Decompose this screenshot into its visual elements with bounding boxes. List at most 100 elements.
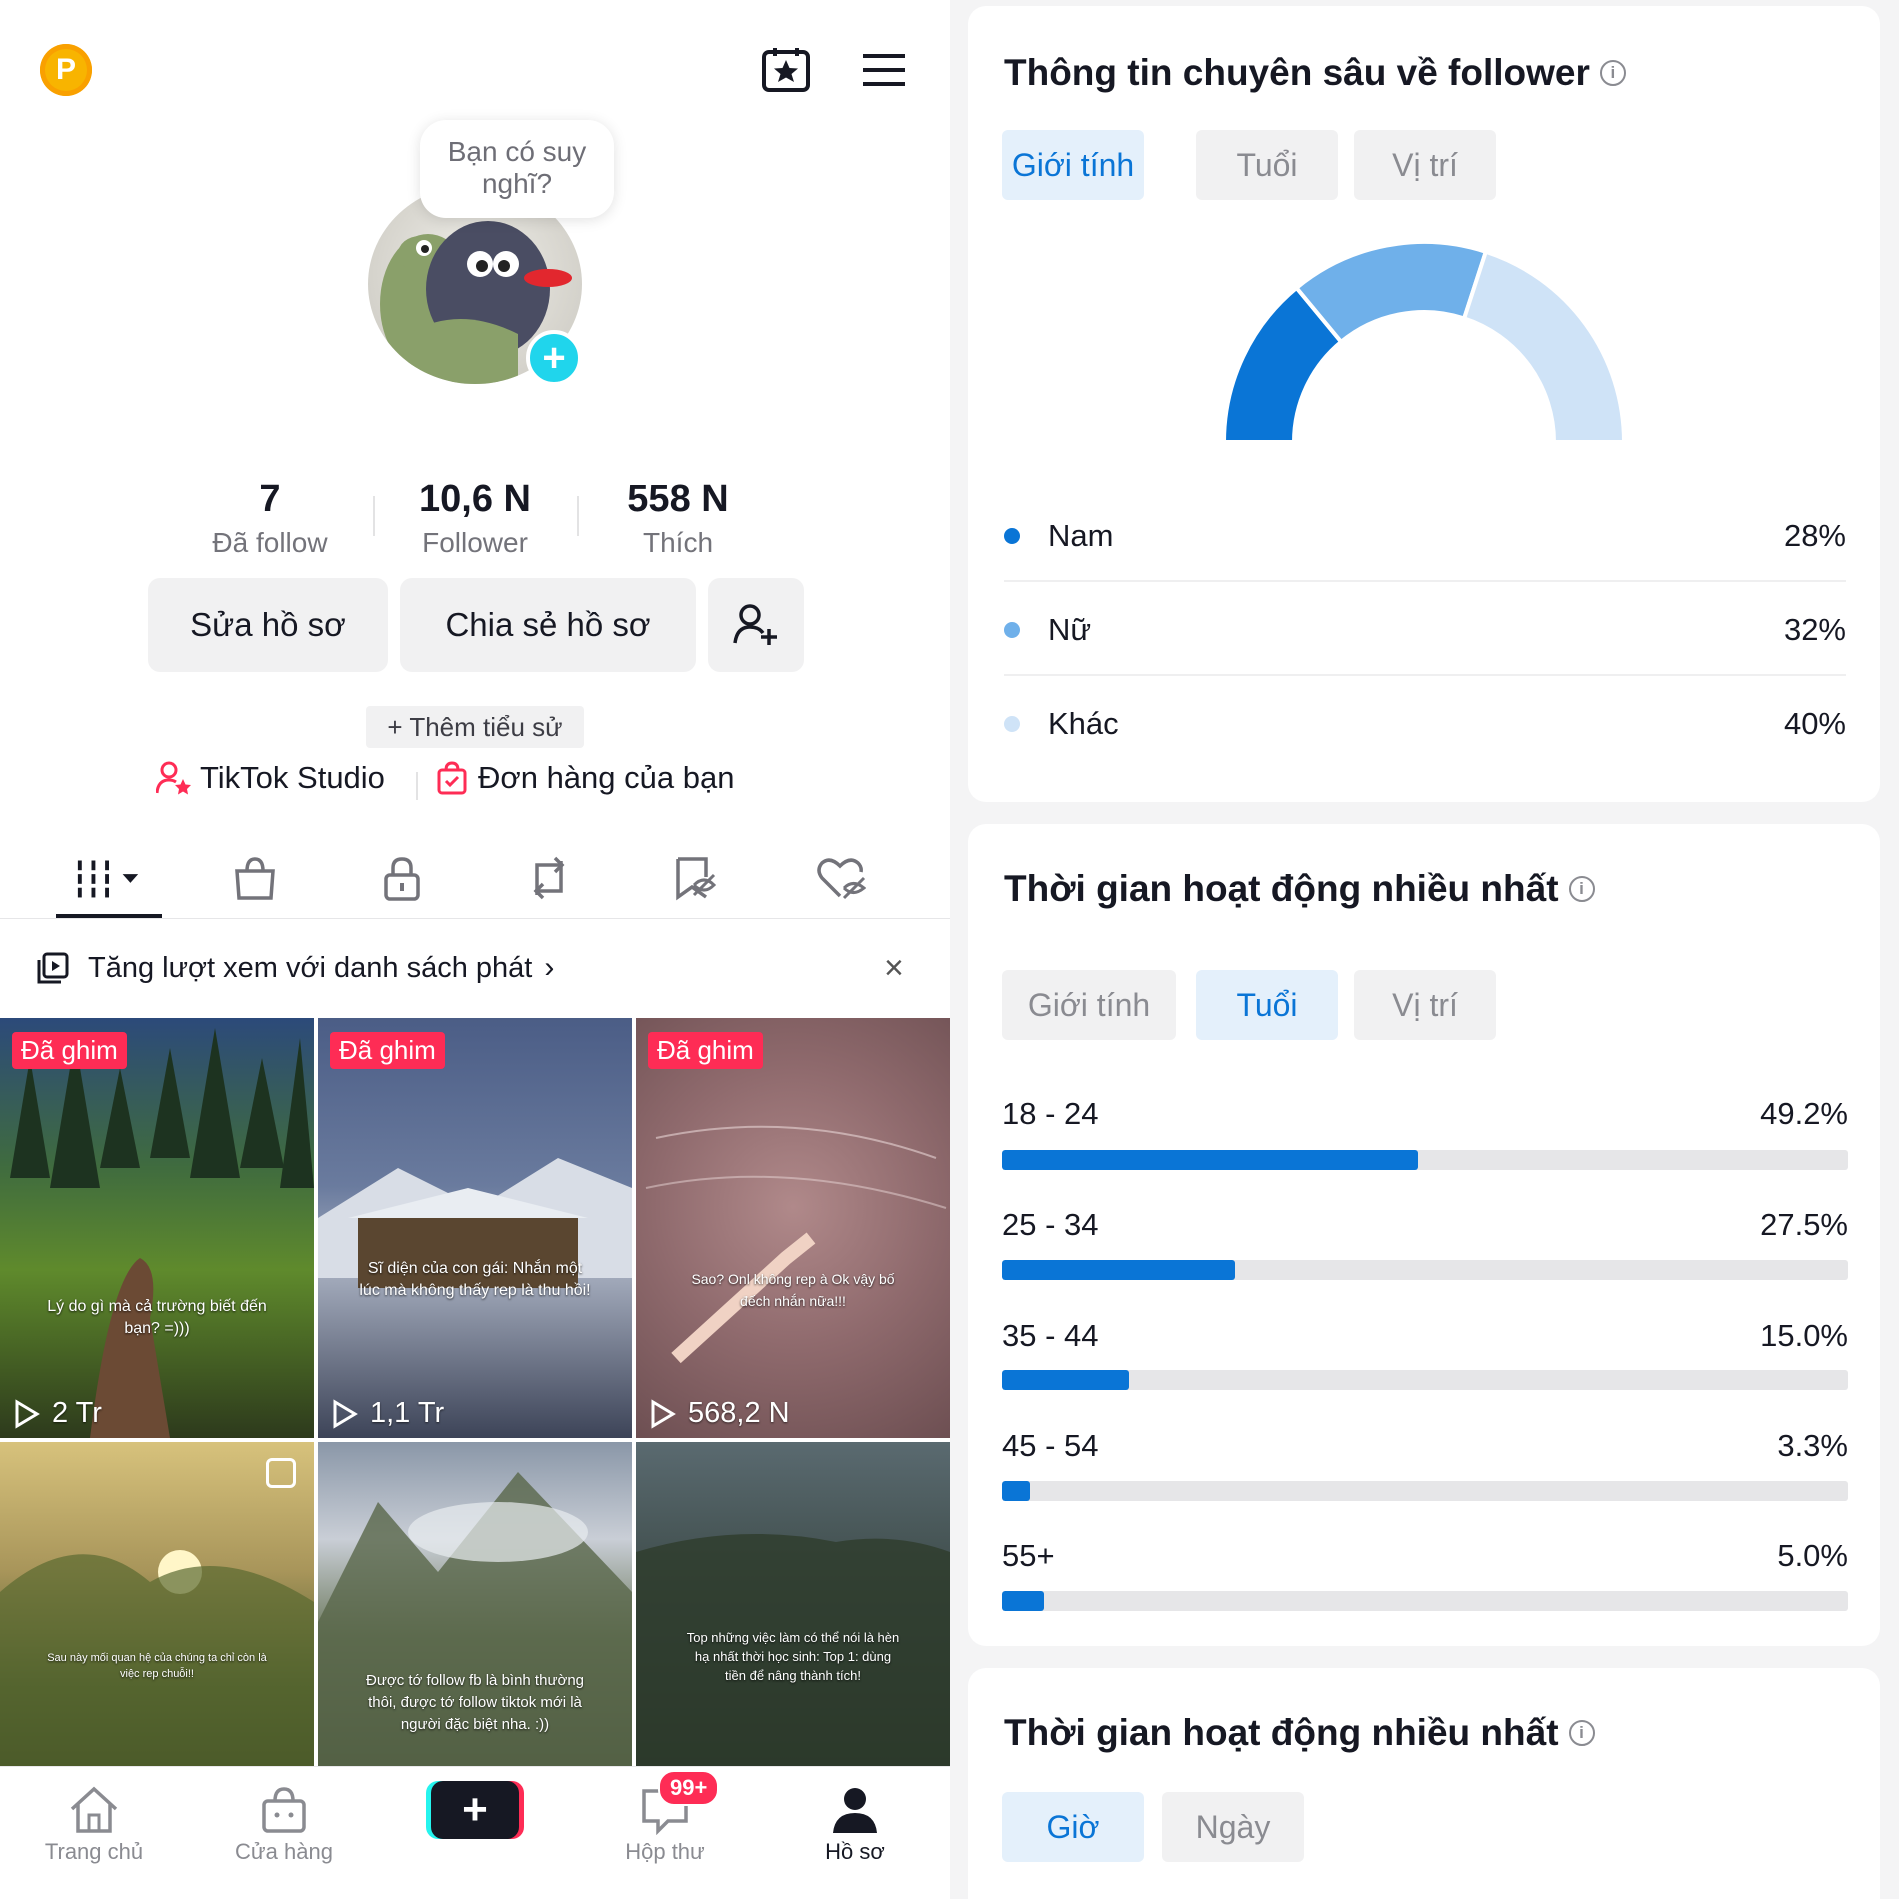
age-bar-fill <box>1002 1481 1030 1501</box>
stat-likes[interactable]: 558 N Thích <box>603 478 753 559</box>
age-bar-label: 18 - 24 49.2% <box>1002 1096 1848 1132</box>
age-pct: 49.2% <box>1760 1096 1848 1131</box>
tab-age[interactable]: Tuổi <box>1196 970 1338 1040</box>
add-friend-button[interactable] <box>708 578 804 672</box>
active-time-title: Thời gian hoạt động nhiều nhất i <box>1004 868 1595 910</box>
tab-age[interactable]: Tuổi <box>1196 130 1338 200</box>
stat-divider <box>373 496 375 536</box>
tab-reposts[interactable] <box>514 848 584 908</box>
video-thumbnail[interactable]: Đã ghim Sao? Onl không rep à Ok vậy bố đ… <box>636 1018 950 1438</box>
tab-shop[interactable] <box>220 848 290 908</box>
age-bar-track <box>1002 1591 1848 1611</box>
tab-day[interactable]: Ngày <box>1162 1792 1304 1862</box>
view-count-text: 2 Tr <box>52 1397 102 1429</box>
video-caption: Sao? Onl không rep à Ok vậy bố đếch nhắn… <box>691 1271 895 1309</box>
age-bar-track <box>1002 1481 1848 1501</box>
edit-profile-label: Sửa hồ sơ <box>190 606 346 643</box>
close-icon[interactable]: × <box>884 949 904 988</box>
legend-row: Nữ 32% <box>1004 584 1846 676</box>
snow-village-scene <box>318 1158 632 1288</box>
nav-create[interactable]: + <box>400 1781 550 1839</box>
nav-home[interactable]: Trang chủ <box>19 1781 169 1865</box>
legend-value: 28% <box>1783 518 1846 553</box>
age-bar-fill <box>1002 1260 1235 1280</box>
create-plus-icon: + <box>431 1781 519 1839</box>
tab-hour[interactable]: Giờ <box>1002 1792 1144 1862</box>
age-bar-label: 25 - 34 27.5% <box>1002 1207 1848 1243</box>
age-bar-fill <box>1002 1591 1045 1611</box>
follower-insights-card: Thông tin chuyên sâu về follower i Giới t… <box>968 6 1880 802</box>
stat-followers[interactable]: 10,6 N Follower <box>400 478 550 559</box>
edit-profile-button[interactable]: Sửa hồ sơ <box>148 578 388 672</box>
tab-videos[interactable] <box>74 848 144 908</box>
coin-letter: P <box>55 53 76 86</box>
stat-value: 10,6 N <box>419 478 531 520</box>
orders-link[interactable]: Đơn hàng của bạn <box>436 760 734 796</box>
pinned-badge: Đã ghim <box>330 1032 445 1069</box>
lock-icon <box>384 857 420 901</box>
info-icon[interactable]: i <box>1599 60 1626 86</box>
playlist-banner[interactable]: Tăng lượt xem với danh sách phát › × <box>0 920 950 1016</box>
tab-location[interactable]: Vị trí <box>1354 970 1496 1040</box>
legend-label: Khác <box>1048 706 1119 741</box>
view-count: 1,1 Tr <box>332 1397 444 1430</box>
age-pct: 27.5% <box>1760 1207 1848 1242</box>
play-icon <box>15 1398 40 1429</box>
tiktok-studio-link[interactable]: TikTok Studio <box>156 760 385 796</box>
info-icon[interactable]: i <box>1568 876 1595 902</box>
tab-age-label: Tuổi <box>1236 986 1298 1023</box>
tab-location[interactable]: Vị trí <box>1354 130 1496 200</box>
legend-row: Khác 40% <box>1004 678 1846 770</box>
bookmark-hidden-icon <box>676 857 717 901</box>
tab-bookmarks[interactable] <box>660 848 730 908</box>
link-divider <box>416 772 418 800</box>
shop-icon <box>262 1787 306 1833</box>
add-story-button[interactable]: + <box>526 330 582 386</box>
add-friend-icon <box>733 604 777 645</box>
tab-private[interactable] <box>367 848 437 908</box>
bottom-nav: Trang chủ Cửa hàng + Hộp thư Hồ sơ <box>0 1766 950 1899</box>
pinned-badge: Đã ghim <box>12 1032 127 1069</box>
tab-location-label: Vị trí <box>1392 146 1458 183</box>
legend-label: Nữ <box>1048 612 1092 647</box>
tab-liked[interactable] <box>806 848 876 908</box>
age-bar-label: 55+ 5.0% <box>1002 1538 1848 1574</box>
nav-shop[interactable]: Cửa hàng <box>209 1781 359 1865</box>
age-bar-label: 35 - 44 15.0% <box>1002 1318 1848 1354</box>
nav-profile-label: Hồ sơ <box>825 1839 885 1864</box>
info-icon[interactable]: i <box>1568 1720 1595 1746</box>
coin-icon[interactable]: P <box>40 44 92 96</box>
video-thumbnail[interactable]: Đã ghim Lý do gì mà cả trường biết đến b… <box>0 1018 314 1438</box>
stat-following[interactable]: 7 Đã follow <box>195 478 345 559</box>
video-caption: Được tớ follow fb là bình thường thôi, đ… <box>365 1672 585 1733</box>
menu-icon[interactable] <box>856 44 912 96</box>
play-icon <box>333 1398 358 1429</box>
age-range: 55+ <box>1002 1538 1055 1573</box>
video-thumbnail[interactable]: Sau này mối quan hệ của chúng ta chỉ còn… <box>0 1442 314 1766</box>
add-bio-button[interactable]: + Thêm tiểu sử <box>366 706 584 748</box>
rainy-field-scene <box>636 1534 950 1766</box>
profile-screen: P Bạn có suy nghĩ? + 7 Đã follow 10,6 N … <box>0 0 950 1899</box>
video-thumbnail[interactable]: Được tớ follow fb là bình thường thôi, đ… <box>318 1442 632 1766</box>
video-thumbnail[interactable]: Top những việc làm có thể nói là hèn hạ … <box>636 1442 950 1766</box>
video-thumbnail[interactable]: Đã ghim Sĩ diện của con gái: Nhắn một lú… <box>318 1018 632 1438</box>
active-time-title: Thời gian hoạt động nhiều nhất i <box>1004 1712 1595 1754</box>
stat-divider <box>577 496 579 536</box>
calendar-star-icon[interactable] <box>758 44 814 96</box>
tab-gender[interactable]: Giới tính <box>1002 970 1176 1040</box>
active-time-card: Thời gian hoạt động nhiều nhất i Giới tín… <box>968 824 1880 1646</box>
nav-profile[interactable]: Hồ sơ <box>780 1781 930 1865</box>
age-range: 25 - 34 <box>1002 1207 1099 1242</box>
insights-title-text: Thông tin chuyên sâu về follower <box>1004 52 1590 93</box>
gender-donut-chart <box>1221 240 1627 444</box>
share-profile-button[interactable]: Chia sẻ hồ sơ <box>400 578 696 672</box>
profile-icon <box>833 1788 877 1833</box>
legend-label: Nam <box>1048 518 1114 553</box>
age-bar-fill <box>1002 1150 1419 1170</box>
age-range: 18 - 24 <box>1002 1096 1099 1131</box>
tab-gender[interactable]: Giới tính <box>1002 130 1144 200</box>
heart-hidden-icon <box>817 858 866 900</box>
view-count: 568,2 N <box>650 1397 790 1430</box>
thought-bubble[interactable]: Bạn có suy nghĩ? <box>420 120 614 218</box>
orders-label: Đơn hàng của bạn <box>478 760 735 795</box>
